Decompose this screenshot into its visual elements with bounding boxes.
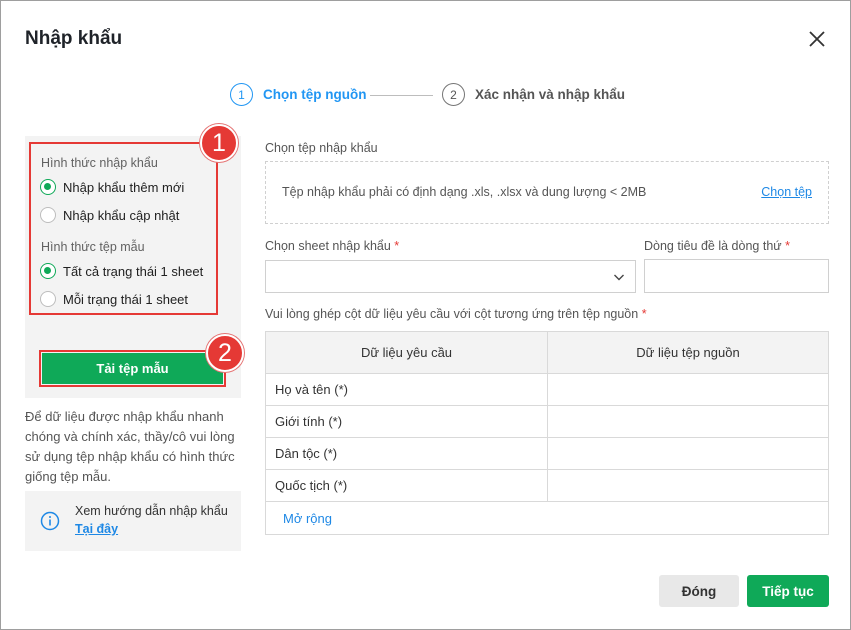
table-row: Quốc tịch (*) <box>265 469 829 502</box>
radio-dot[interactable] <box>40 291 56 307</box>
source-column-cell[interactable] <box>547 373 829 406</box>
required-field-cell: Giới tính (*) <box>265 405 548 438</box>
choose-file-link[interactable]: Chọn tệp <box>761 185 812 199</box>
radio-import-update[interactable]: Nhập khẩu cập nhật <box>40 207 179 223</box>
required-field-cell: Quốc tịch (*) <box>265 469 548 502</box>
step-2-number: 2 <box>442 83 465 106</box>
file-drop-zone[interactable]: Tệp nhập khẩu phải có định dạng .xls, .x… <box>265 161 829 224</box>
file-hint: Tệp nhập khẩu phải có định dạng .xls, .x… <box>282 185 647 199</box>
annotation-badge-1: 1 <box>200 124 238 162</box>
header-row-label-text: Dòng tiêu đề là dòng thứ <box>644 239 782 253</box>
column-header-required: Dữ liệu yêu cầu <box>265 331 548 374</box>
import-dialog: Nhập khẩu 1 Chọn tệp nguồn 2 Xác nhận và… <box>0 0 851 630</box>
required-mark: * <box>394 239 400 253</box>
radio-template-per-status[interactable]: Mỗi trạng thái 1 sheet <box>40 291 188 307</box>
radio-dot[interactable] <box>40 207 56 223</box>
source-column-cell[interactable] <box>547 405 829 438</box>
required-mark: * <box>785 239 790 253</box>
mapping-label-text: Vui lòng ghép cột dữ liệu yêu cầu với cộ… <box>265 307 639 321</box>
sheet-label: Chọn sheet nhập khẩu * <box>265 239 399 253</box>
step-2-label: Xác nhận và nhập khẩu <box>475 87 626 102</box>
radio-dot[interactable] <box>40 263 56 279</box>
step-2: 2 Xác nhận và nhập khẩu <box>442 83 625 106</box>
dialog-title: Nhập khẩu <box>25 28 123 49</box>
help-box: Xem hướng dẫn nhập khẩu Tại đây <box>25 491 241 551</box>
step-1-number: 1 <box>230 83 253 106</box>
sheet-select[interactable] <box>265 260 636 293</box>
table-row: Họ và tên (*) <box>265 373 829 406</box>
radio-label: Mỗi trạng thái 1 sheet <box>63 291 189 307</box>
file-label: Chọn tệp nhập khẩu <box>265 141 378 155</box>
info-icon <box>40 511 60 534</box>
radio-label: Nhập khẩu thêm mới <box>63 179 185 195</box>
template-note: Để dữ liệu được nhập khẩu nhanh chóng và… <box>25 409 235 484</box>
required-mark: * <box>641 307 647 321</box>
mapping-table: Dữ liệu yêu cầu Dữ liệu tệp nguồn Họ và … <box>265 331 829 502</box>
continue-button[interactable]: Tiếp tục <box>747 575 829 607</box>
highlight-box-download <box>39 350 226 387</box>
header-row-input[interactable] <box>644 259 829 293</box>
help-link[interactable]: Tại đây <box>75 522 118 536</box>
step-1-label: Chọn tệp nguồn <box>263 87 367 102</box>
radio-template-single-sheet[interactable]: Tất cả trạng thái 1 sheet <box>40 263 203 279</box>
required-field-cell: Dân tộc (*) <box>265 437 548 470</box>
annotation-badge-2: 2 <box>206 334 244 372</box>
source-column-cell[interactable] <box>547 469 829 502</box>
sheet-label-text: Chọn sheet nhập khẩu <box>265 239 391 253</box>
expand-link[interactable]: Mở rộng <box>283 511 332 526</box>
table-row: Giới tính (*) <box>265 405 829 438</box>
mapping-label: Vui lòng ghép cột dữ liệu yêu cầu với cộ… <box>265 307 647 321</box>
source-column-cell[interactable] <box>547 437 829 470</box>
radio-label: Nhập khẩu cập nhật <box>63 207 180 223</box>
header-row-label: Dòng tiêu đề là dòng thứ * <box>644 239 790 253</box>
expand-row: Mở rộng <box>265 502 829 535</box>
close-icon[interactable] <box>806 28 828 50</box>
table-header-row: Dữ liệu yêu cầu Dữ liệu tệp nguồn <box>265 331 829 374</box>
required-field-cell: Họ và tên (*) <box>265 373 548 406</box>
step-1: 1 Chọn tệp nguồn <box>230 83 366 106</box>
table-row: Dân tộc (*) <box>265 437 829 470</box>
chevron-down-icon[interactable] <box>613 271 625 286</box>
import-type-label: Hình thức nhập khẩu <box>41 156 158 170</box>
help-text: Xem hướng dẫn nhập khẩu <box>75 504 228 518</box>
radio-dot[interactable] <box>40 179 56 195</box>
radio-import-new[interactable]: Nhập khẩu thêm mới <box>40 179 184 195</box>
radio-label: Tất cả trạng thái 1 sheet <box>63 263 204 279</box>
column-header-source: Dữ liệu tệp nguồn <box>547 331 829 374</box>
template-type-label: Hình thức tệp mẫu <box>41 240 145 254</box>
step-connector <box>370 95 433 96</box>
close-button[interactable]: Đóng <box>659 575 739 607</box>
